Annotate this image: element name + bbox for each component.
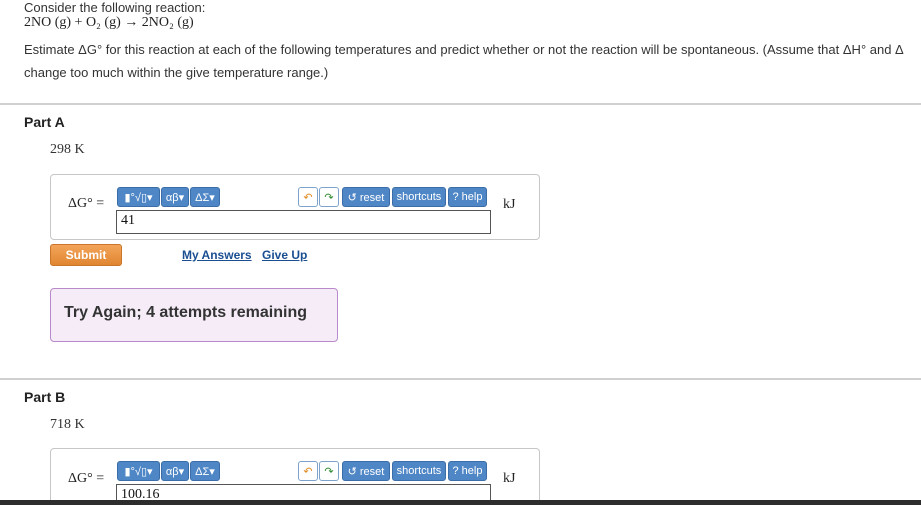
templates-button[interactable]: ▮°√▯▾ [117, 461, 160, 481]
part-a-title: Part A [24, 114, 65, 130]
part-a-answer-input[interactable]: 41 [116, 210, 491, 234]
part-b-unit: kJ [503, 471, 516, 486]
shortcuts-button[interactable]: shortcuts [392, 187, 446, 207]
question-prompt: Estimate ΔG° for this reaction at each o… [24, 38, 921, 84]
greek-letters-button[interactable]: αβ▾ [161, 187, 189, 207]
part-b-temperature: 718 K [50, 417, 85, 432]
part-b-dg-label: ΔG° = [68, 471, 105, 486]
undo-icon[interactable]: ↶ [298, 187, 318, 207]
intro-text: Consider the following reaction: [24, 0, 206, 15]
undo-icon[interactable]: ↶ [298, 461, 318, 481]
symbols-button[interactable]: ΔΣ▾ [190, 461, 220, 481]
question-prompt-line1: Estimate ΔG° for this reaction at each o… [24, 42, 904, 57]
bottom-edge-bar [0, 500, 921, 505]
part-a-answer-box: ΔG° = ▮°√▯▾ αβ▾ ΔΣ▾ ↶ ↷ ↺ reset shortcut… [50, 174, 540, 240]
part-a-temperature: 298 K [50, 142, 85, 157]
redo-icon[interactable]: ↷ [319, 187, 339, 207]
part-b-title: Part B [24, 389, 66, 405]
feedback-message: Try Again; 4 attempts remaining [64, 304, 308, 321]
feedback-box: Try Again; 4 attempts remaining [50, 288, 338, 342]
help-button[interactable]: ? help [448, 187, 487, 207]
reaction-equation: 2NO (g) + O₂ (g) → 2NO₂ (g) [24, 15, 194, 30]
part-b-answer-box: ΔG° = ▮°√▯▾ αβ▾ ΔΣ▾ ↶ ↷ ↺ reset shortcut… [50, 448, 540, 505]
my-answers-link[interactable]: My Answers [182, 248, 252, 262]
submit-button[interactable]: Submit [50, 244, 122, 266]
redo-icon[interactable]: ↷ [319, 461, 339, 481]
give-up-link[interactable]: Give Up [262, 248, 307, 262]
greek-letters-button[interactable]: αβ▾ [161, 461, 189, 481]
reset-button[interactable]: ↺ reset [342, 461, 390, 481]
question-prompt-line2: change too much within the give temperat… [24, 65, 329, 80]
part-a-dg-label: ΔG° = [68, 196, 105, 211]
part-a-unit: kJ [503, 197, 516, 212]
help-button[interactable]: ? help [448, 461, 487, 481]
reset-button[interactable]: ↺ reset [342, 187, 390, 207]
section-divider [0, 378, 921, 380]
symbols-button[interactable]: ΔΣ▾ [190, 187, 220, 207]
section-divider [0, 103, 921, 105]
templates-button[interactable]: ▮°√▯▾ [117, 187, 160, 207]
shortcuts-button[interactable]: shortcuts [392, 461, 446, 481]
